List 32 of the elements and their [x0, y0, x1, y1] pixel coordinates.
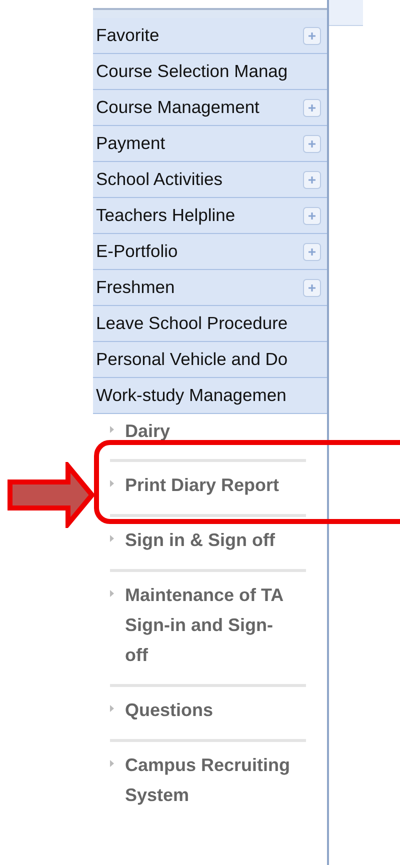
menu-header[interactable]: Course Selection Manag [93, 54, 327, 90]
menu-header[interactable]: Payment [93, 126, 327, 162]
menu-header[interactable]: Leave School Procedure [93, 306, 327, 342]
caret-icon [110, 760, 114, 767]
plus-icon[interactable] [303, 170, 321, 188]
caret-icon [110, 480, 114, 487]
submenu-link[interactable]: Dairy [125, 416, 170, 446]
plus-icon[interactable] [303, 242, 321, 260]
caret-icon [110, 705, 114, 712]
menu-header[interactable]: Course Management [93, 90, 327, 126]
menu-header[interactable]: Favorite [93, 18, 327, 54]
arrow-icon [6, 462, 96, 528]
menu-header[interactable]: Teachers Helpline [93, 198, 327, 234]
menu-header[interactable]: School Activities [93, 162, 327, 198]
plus-icon[interactable] [303, 134, 321, 152]
submenu-link[interactable]: Sign in & Sign off [125, 525, 275, 555]
menu-header[interactable]: Work-study Managemen [93, 378, 327, 414]
menu-header[interactable]: Freshmen [93, 270, 327, 306]
caret-icon [110, 426, 114, 433]
caret-icon [110, 535, 114, 542]
menu-header[interactable]: E-Portfolio [93, 234, 327, 270]
submenu-link[interactable]: Maintenance of TA Sign-in and Sign-off [125, 580, 293, 670]
caret-icon [110, 590, 114, 597]
panel-header [329, 0, 363, 26]
plus-icon[interactable] [303, 206, 321, 224]
plus-icon[interactable] [303, 278, 321, 296]
plus-icon[interactable] [303, 98, 321, 116]
submenu-link[interactable]: Campus Recruiting System [125, 750, 293, 810]
submenu-link[interactable]: Questions [125, 695, 214, 725]
submenu-link[interactable]: Print Diary Report [125, 470, 280, 500]
menu-header[interactable]: Personal Vehicle and Do [93, 342, 327, 378]
plus-icon[interactable] [303, 26, 321, 44]
